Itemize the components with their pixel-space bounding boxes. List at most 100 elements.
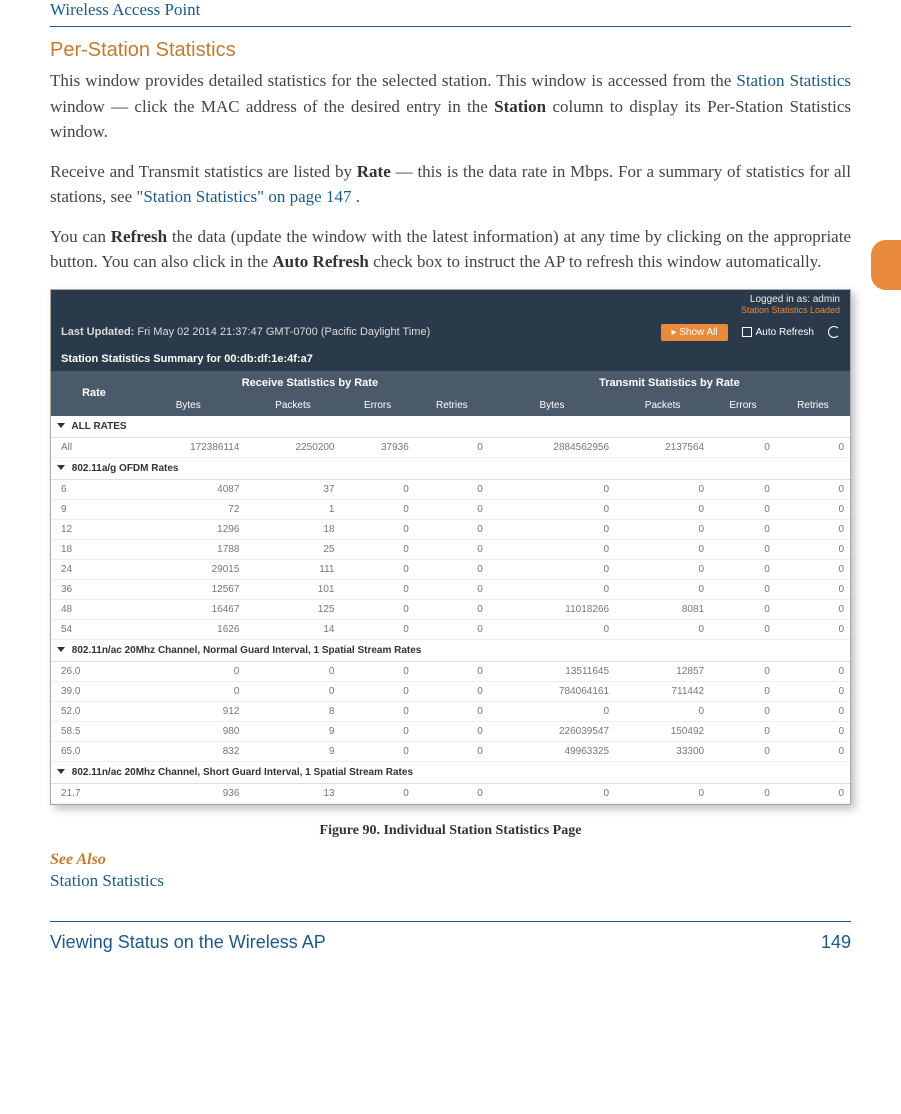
cell-value: 0 <box>615 619 710 639</box>
table-row: 2429015111000000 <box>51 559 850 579</box>
cell-value: 0 <box>776 539 850 559</box>
cell-value: 0 <box>776 661 850 681</box>
table-row: 65.0832900499633253330000 <box>51 741 850 761</box>
text: window — click the MAC address of the de… <box>50 97 494 116</box>
cell-value: 16467 <box>131 599 245 619</box>
auto-refresh-toggle[interactable]: Auto Refresh <box>742 327 814 338</box>
paragraph-1: This window provides detailed statistics… <box>50 68 851 145</box>
section-label: ALL RATES <box>69 421 127 432</box>
table-header: Rate Receive Statistics by Rate Transmit… <box>51 371 850 416</box>
cell-value: 4087 <box>131 479 245 499</box>
cell-rate: All <box>51 437 131 457</box>
footer-page-number: 149 <box>821 932 851 953</box>
table-row: 54162614000000 <box>51 619 850 639</box>
cell-value: 0 <box>415 599 489 619</box>
figure-caption: Figure 90. Individual Station Statistics… <box>50 823 851 839</box>
cell-rate: 6 <box>51 479 131 499</box>
link-station-statistics[interactable]: Station Statistics <box>736 71 851 90</box>
table-section-header[interactable]: 802.11n/ac 20Mhz Channel, Short Guard In… <box>51 761 850 783</box>
cell-value: 9 <box>245 741 340 761</box>
cell-value: 0 <box>776 681 850 701</box>
cell-value: 37 <box>245 479 340 499</box>
cell-value: 1788 <box>131 539 245 559</box>
cell-value: 0 <box>489 783 615 803</box>
cell-value: 0 <box>340 741 414 761</box>
cell-value: 0 <box>340 701 414 721</box>
cell-value: 0 <box>710 741 776 761</box>
cell-value: 0 <box>710 519 776 539</box>
cell-value: 0 <box>415 741 489 761</box>
collapse-icon <box>57 769 65 774</box>
see-also-heading: See Also <box>50 851 851 869</box>
table-row: 12129618000000 <box>51 519 850 539</box>
status-loaded-label: Station Statistics Loaded <box>741 305 840 315</box>
text: This window provides detailed statistics… <box>50 71 736 90</box>
cell-value: 711442 <box>615 681 710 701</box>
cell-value: 0 <box>776 599 850 619</box>
cell-value: 13 <box>245 783 340 803</box>
page-content: Wireless Access Point Per-Station Statis… <box>0 0 901 983</box>
cell-value: 0 <box>340 479 414 499</box>
side-tab-decoration <box>871 240 901 290</box>
cell-value: 0 <box>710 539 776 559</box>
see-also-link[interactable]: Station Statistics <box>50 871 851 891</box>
section-label: 802.11n/ac 20Mhz Channel, Short Guard In… <box>69 767 413 778</box>
cell-rate: 48 <box>51 599 131 619</box>
paragraph-3: You can Refresh the data (update the win… <box>50 224 851 275</box>
cell-value: 0 <box>340 721 414 741</box>
cell-value: 9 <box>245 721 340 741</box>
cell-value: 0 <box>340 559 414 579</box>
cell-rate: 36 <box>51 579 131 599</box>
cell-value: 0 <box>340 499 414 519</box>
cell-value: 0 <box>615 479 710 499</box>
auto-refresh-label: Auto Refresh <box>756 327 814 338</box>
cell-value: 0 <box>710 783 776 803</box>
cell-value: 0 <box>776 741 850 761</box>
collapse-icon <box>57 465 65 470</box>
cell-value: 14 <box>245 619 340 639</box>
cell-rate: 52.0 <box>51 701 131 721</box>
cell-value: 0 <box>415 579 489 599</box>
col-group-receive: Receive Statistics by Rate <box>131 371 489 395</box>
cell-value: 2884562956 <box>489 437 615 457</box>
cell-value: 0 <box>415 619 489 639</box>
table-section-header[interactable]: 802.11a/g OFDM Rates <box>51 457 850 479</box>
cell-value: 0 <box>776 619 850 639</box>
checkbox-icon <box>742 327 752 337</box>
table-row: 48164671250011018266808100 <box>51 599 850 619</box>
cell-rate: 39.0 <box>51 681 131 701</box>
show-all-label: Show All <box>679 327 717 338</box>
table-section-header[interactable]: 802.11n/ac 20Mhz Channel, Normal Guard I… <box>51 639 850 661</box>
cell-rate: 65.0 <box>51 741 131 761</box>
col-bytes-tx: Bytes <box>489 395 615 416</box>
col-rate: Rate <box>51 371 131 416</box>
text: Receive and Transmit statistics are list… <box>50 162 357 181</box>
cell-value: 12857 <box>615 661 710 681</box>
bold-rate: Rate <box>357 162 391 181</box>
cell-rate: 21.7 <box>51 783 131 803</box>
table-section-header[interactable]: ALL RATES <box>51 416 850 438</box>
cell-value: 72 <box>131 499 245 519</box>
cell-value: 0 <box>776 479 850 499</box>
show-all-button[interactable]: ▸ Show All <box>661 324 727 341</box>
table-header-row-cols: Bytes Packets Errors Retries Bytes Packe… <box>51 395 850 416</box>
table-row: 3612567101000000 <box>51 579 850 599</box>
col-packets-tx: Packets <box>615 395 710 416</box>
text: . <box>356 187 360 206</box>
cell-value: 226039547 <box>489 721 615 741</box>
link-station-statistics-page[interactable]: "Station Statistics" on page 147 <box>136 187 351 206</box>
cell-rate: 26.0 <box>51 661 131 681</box>
table-row: 6408737000000 <box>51 479 850 499</box>
cell-value: 0 <box>340 519 414 539</box>
cell-value: 2250200 <box>245 437 340 457</box>
cell-value: 0 <box>710 499 776 519</box>
cell-value: 0 <box>415 681 489 701</box>
cell-value: 0 <box>415 783 489 803</box>
col-retries-rx: Retries <box>415 395 489 416</box>
cell-value: 0 <box>489 519 615 539</box>
table-row: 52.09128000000 <box>51 701 850 721</box>
cell-value: 0 <box>340 579 414 599</box>
cell-value: 0 <box>710 681 776 701</box>
cell-rate: 24 <box>51 559 131 579</box>
refresh-icon[interactable] <box>828 326 840 338</box>
